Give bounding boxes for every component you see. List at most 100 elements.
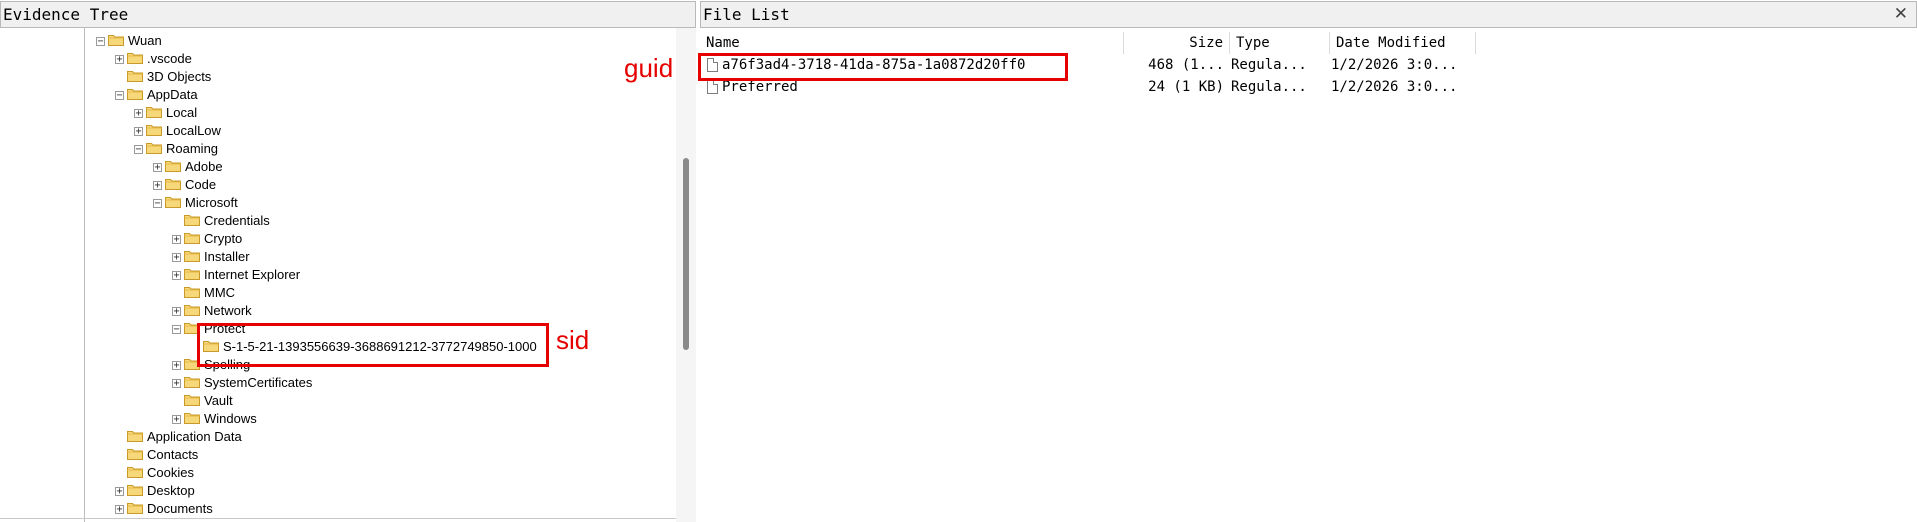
file-date-modified: 1/2/2026 3:0... — [1331, 79, 1458, 95]
tree-node[interactable]: + Documents — [115, 500, 213, 518]
tree-node-label: Wuan — [128, 33, 162, 48]
column-header-type[interactable]: Type — [1230, 32, 1330, 54]
folder-icon — [184, 375, 200, 388]
tree-node[interactable]: + Code — [153, 176, 216, 194]
folder-icon — [184, 411, 200, 424]
column-header-date-modified[interactable]: Date Modified — [1330, 32, 1476, 54]
tree-node[interactable]: + SystemCertificates — [172, 374, 312, 392]
expand-icon[interactable]: + — [172, 415, 181, 425]
tree-node[interactable]: + Local — [134, 104, 197, 122]
tree-horizontal-scrollbar[interactable] — [0, 518, 676, 522]
folder-icon — [184, 267, 200, 280]
tree-node[interactable]: Contacts — [115, 446, 198, 464]
tree-scroll-thumb[interactable] — [683, 158, 689, 350]
tree-vertical-scrollbar[interactable] — [676, 28, 696, 522]
folder-icon — [184, 213, 200, 226]
expand-icon[interactable]: + — [172, 271, 181, 281]
tree-node[interactable]: − AppData — [115, 86, 198, 104]
expand-icon[interactable]: + — [172, 379, 181, 389]
tree-node[interactable]: + Adobe — [153, 158, 223, 176]
expand-icon[interactable]: + — [134, 127, 143, 137]
evidence-tree-title: Evidence Tree — [3, 5, 129, 24]
tree-node-label: Code — [185, 177, 217, 192]
column-header-name[interactable]: Name — [700, 32, 1124, 54]
folder-icon — [184, 285, 200, 298]
folder-icon — [127, 465, 143, 478]
file-list: Name Size Type Date Modified a76f3ad4-37… — [700, 28, 1917, 522]
evidence-tree-header: Evidence Tree — [0, 1, 696, 28]
tree-node[interactable]: − Microsoft — [153, 194, 238, 212]
tree-node[interactable]: + Network — [172, 302, 252, 320]
tree-node[interactable]: + Desktop — [115, 482, 195, 500]
tree-node[interactable]: − Wuan — [96, 32, 162, 50]
column-header-size[interactable]: Size — [1124, 32, 1230, 54]
file-icon — [707, 80, 718, 94]
sid-highlight-box — [197, 323, 549, 367]
close-icon[interactable]: ✕ — [1894, 2, 1908, 27]
tree-node[interactable]: Credentials — [172, 212, 270, 230]
tree-node-label: .vscode — [147, 51, 192, 66]
tree-node-label: Documents — [147, 501, 213, 516]
expand-icon[interactable]: + — [115, 55, 124, 65]
tree-node[interactable]: Application Data — [115, 428, 242, 446]
expand-icon[interactable]: + — [134, 109, 143, 119]
tree-node[interactable]: 3D Objects — [115, 68, 211, 86]
tree-node[interactable]: + Installer — [172, 248, 250, 266]
tree-node-label: Credentials — [204, 213, 270, 228]
file-type: Regula... — [1231, 79, 1307, 95]
file-list-header: File List ✕ — [700, 1, 1917, 28]
expand-icon[interactable]: + — [115, 505, 124, 515]
folder-icon — [127, 429, 143, 442]
tree-node-label: LocalLow — [166, 123, 221, 138]
expand-icon[interactable]: + — [172, 361, 181, 371]
folder-icon — [165, 177, 181, 190]
expand-icon[interactable]: + — [115, 487, 124, 497]
tree-node[interactable]: + .vscode — [115, 50, 192, 68]
folder-icon — [127, 501, 143, 514]
tree-border — [84, 28, 85, 522]
folder-icon — [127, 69, 143, 82]
tree-node[interactable]: Cookies — [115, 464, 194, 482]
collapse-icon[interactable]: − — [115, 91, 124, 101]
tree-node-label: MMC — [204, 285, 236, 300]
file-type: Regula... — [1231, 57, 1307, 73]
collapse-icon[interactable]: − — [172, 325, 181, 335]
collapse-icon[interactable]: − — [134, 145, 143, 155]
expand-icon[interactable]: + — [153, 181, 162, 191]
collapse-icon[interactable]: − — [153, 199, 162, 209]
folder-icon — [127, 87, 143, 100]
tree-node[interactable]: Vault — [172, 392, 233, 410]
file-size: 468 (1... — [1148, 57, 1224, 73]
tree-node[interactable]: + LocalLow — [134, 122, 221, 140]
tree-node-label: Internet Explorer — [204, 267, 301, 282]
expand-icon[interactable]: + — [153, 163, 162, 173]
tree-node[interactable]: + Internet Explorer — [172, 266, 300, 284]
tree-node-label: Vault — [204, 393, 233, 408]
tree-node-label: Network — [204, 303, 252, 318]
folder-icon — [184, 249, 200, 262]
tree-node-label: Local — [166, 105, 198, 120]
folder-icon — [184, 393, 200, 406]
tree-node[interactable]: + Windows — [172, 410, 257, 428]
tree-node[interactable]: MMC — [172, 284, 235, 302]
expand-icon[interactable]: + — [172, 307, 181, 317]
expand-icon[interactable]: + — [172, 253, 181, 263]
tree-node-label: SystemCertificates — [204, 375, 313, 390]
tree-node-label: Cookies — [147, 465, 194, 480]
folder-icon — [165, 159, 181, 172]
collapse-icon[interactable]: − — [96, 37, 105, 47]
tree-node[interactable]: + Crypto — [172, 230, 242, 248]
tree-node-label: AppData — [147, 87, 198, 102]
folder-icon — [127, 447, 143, 460]
tree-node[interactable]: − Roaming — [134, 140, 218, 158]
guid-annotation-label: guid — [624, 53, 674, 83]
file-date-modified: 1/2/2026 3:0... — [1331, 57, 1458, 73]
folder-icon — [165, 195, 181, 208]
tree-node-label: Installer — [204, 249, 250, 264]
folder-icon — [127, 51, 143, 64]
file-size: 24 (1 KB) — [1148, 79, 1224, 95]
tree-node-label: Contacts — [147, 447, 199, 462]
expand-icon[interactable]: + — [172, 235, 181, 245]
folder-icon — [184, 303, 200, 316]
tree-node-label: Desktop — [147, 483, 195, 498]
